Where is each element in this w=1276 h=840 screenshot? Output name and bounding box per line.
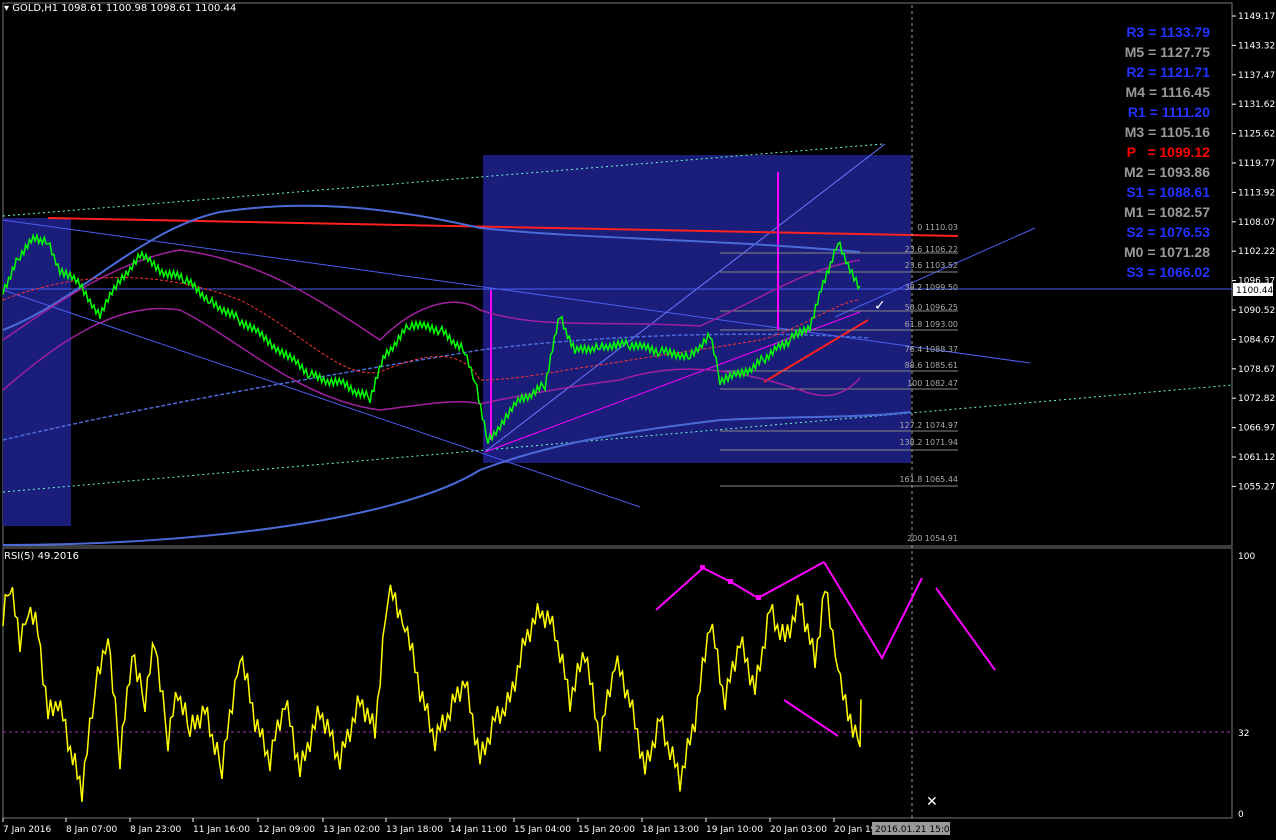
symbol-label: GOLD,H1 1098.61 1100.98 1098.61 1100.44 <box>12 3 237 14</box>
fib-level-label: 50.0 1096.25 <box>905 303 958 312</box>
pivot-level: P = 1099.12 <box>1126 144 1210 160</box>
price-tick-label: 1061.12 <box>1238 453 1275 463</box>
price-tick-label: 1149.17 <box>1238 12 1275 22</box>
time-tick-label: 13 Jan 02:00 <box>323 825 380 835</box>
time-tick-label: 18 Jan 13:00 <box>642 825 699 835</box>
price-tick-label: 1072.82 <box>1238 394 1275 404</box>
fib-level-label: 0 1110.03 <box>917 223 958 232</box>
price-tick-label: 1102.22 <box>1238 247 1275 257</box>
fib-level-label: 161.8 1065.44 <box>899 475 958 484</box>
fib-level-label: 23.6 1106.22 <box>905 245 958 254</box>
price-tick-label: 1066.97 <box>1238 424 1275 434</box>
price-tick-label: 1055.27 <box>1238 482 1275 492</box>
pivot-level: M2 = 1093.86 <box>1123 164 1210 180</box>
fib-level-label: 100 1082.47 <box>907 379 958 388</box>
check-icon[interactable]: ✓ <box>874 298 886 314</box>
fib-level-label: 200 1054.91 <box>907 534 958 543</box>
price-tick-label: 1113.92 <box>1238 188 1275 198</box>
price-axis: 1149.17 1143.32 1137.47 1131.62 1125.62 1119.… <box>1232 12 1275 492</box>
price-tick-label: 1108.07 <box>1238 218 1275 228</box>
triangle-down-icon[interactable]: ▾ <box>4 3 9 14</box>
time-tick-label: 20 Jan 19 <box>834 825 877 835</box>
rsi-label: RSI(5) 49.2016 <box>4 551 79 562</box>
rsi-tick-label: 0 <box>1238 810 1244 820</box>
time-tick-label: 7 Jan 2016 <box>3 825 51 835</box>
price-tick-label: 1143.32 <box>1238 41 1275 51</box>
fib-level-label: 23.6 1103.52 <box>905 261 958 270</box>
fib-level-label: 38.2 1099.50 <box>905 283 958 292</box>
time-tick-label: 14 Jan 11:00 <box>450 825 507 835</box>
time-tick-label: 20 Jan 03:00 <box>770 825 827 835</box>
fib-level-label: 76.4 1088.37 <box>905 345 958 354</box>
pivot-level: M5 = 1127.75 <box>1124 44 1210 60</box>
time-tick-label: 12 Jan 09:00 <box>258 825 315 835</box>
fib-level-label: 127.2 1074.97 <box>899 421 958 430</box>
time-tick-label: 8 Jan 23:00 <box>130 825 182 835</box>
price-tick-label: 1119.77 <box>1238 159 1275 169</box>
fib-level-label: 138.2 1071.94 <box>899 438 958 447</box>
time-tick-label: 8 Jan 07:00 <box>66 825 118 835</box>
pivot-level: R2 = 1121.71 <box>1126 64 1210 80</box>
rsi-tick-label: 100 <box>1238 552 1255 562</box>
pivot-level: S1 = 1088.61 <box>1126 184 1210 200</box>
fib-level-label: 61.8 1093.00 <box>905 320 958 329</box>
pivot-level: S3 = 1066.02 <box>1126 264 1210 280</box>
fib-level-label: 88.6 1085.61 <box>905 361 958 370</box>
time-tick-label: 19 Jan 10:00 <box>706 825 763 835</box>
price-tick-label: 1131.62 <box>1238 100 1275 110</box>
rsi-tick-label: 32 <box>1238 729 1249 739</box>
time-tick-label: 15 Jan 20:00 <box>578 825 635 835</box>
pivot-level: M4 = 1116.45 <box>1125 84 1210 100</box>
pivot-level: M1 = 1082.57 <box>1123 204 1210 220</box>
pivot-level: S2 = 1076.53 <box>1126 224 1210 240</box>
time-tick-label: 11 Jan 16:00 <box>193 825 250 835</box>
pivot-levels: R3 = 1133.79 M5 = 1127.75 R2 = 1121.71 M4 =… <box>1080 22 1210 282</box>
x-icon[interactable]: ✕ <box>926 794 938 810</box>
price-tick-label: 1090.52 <box>1238 306 1275 316</box>
time-axis: 7 Jan 2016 8 Jan 07:00 8 Jan 23:00 11 Jan 1… <box>2 818 877 835</box>
pivot-level: M0 = 1071.28 <box>1123 244 1210 260</box>
price-tick-label: 1078.67 <box>1238 365 1275 375</box>
pivot-level: M3 = 1105.16 <box>1124 124 1210 140</box>
price-tick-label: 1084.67 <box>1238 335 1275 345</box>
price-tick-label: 1137.47 <box>1238 71 1275 81</box>
rsi-panel-frame <box>2 547 1233 819</box>
rsi-line <box>2 584 862 802</box>
crosshair-time-label: 2016.01.21 15:00 <box>875 825 956 835</box>
time-tick-label: 13 Jan 18:00 <box>386 825 443 835</box>
pivot-level: R3 = 1133.79 <box>1126 24 1210 40</box>
symbol-header[interactable]: ▾ GOLD,H1 1098.61 1100.98 1098.61 1100.4… <box>4 3 236 14</box>
pivot-level: R1 = 1111.20 <box>1127 104 1210 120</box>
rsi-axis: 100 32 0 <box>1238 552 1255 820</box>
price-tick-label: 1125.62 <box>1238 130 1275 140</box>
current-price-label: 1100.44 <box>1236 286 1273 296</box>
time-tick-label: 15 Jan 04:00 <box>514 825 571 835</box>
left-range-box <box>3 218 71 526</box>
